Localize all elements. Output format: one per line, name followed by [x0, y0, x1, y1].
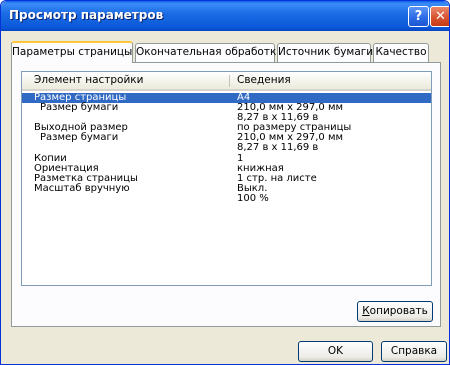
tab-label: Параметры страницы	[12, 46, 133, 58]
ok-button[interactable]: OK	[298, 341, 373, 362]
window-title: Просмотр параметров	[9, 8, 164, 22]
help-button[interactable]: Справка	[381, 341, 447, 362]
column-divider[interactable]	[229, 75, 230, 87]
settings-list[interactable]: Элемент настройки Сведения Размер страни…	[21, 71, 432, 286]
tab-quality[interactable]: Качество	[373, 43, 429, 62]
column-header-value[interactable]: Сведения	[237, 74, 291, 86]
tab-label: Источник бумаги	[278, 46, 374, 58]
column-header-item[interactable]: Элемент настройки	[34, 74, 143, 86]
setting-value: 100 %	[237, 193, 269, 204]
tab-label: Окончательная обработка	[136, 46, 283, 58]
list-header: Элемент настройки Сведения	[22, 72, 431, 91]
help-icon[interactable]: ?	[408, 6, 429, 27]
tab-strip: Параметры страницы Окончательная обработ…	[11, 41, 441, 63]
tab-paper-source[interactable]: Источник бумаги	[277, 43, 374, 62]
dialog-window: Просмотр параметров ? ✕ Параметры страни…	[0, 0, 450, 365]
setting-name: Размер бумаги	[40, 132, 119, 143]
tab-page-setup[interactable]: Параметры страницы	[11, 41, 133, 63]
close-icon[interactable]: ✕	[430, 6, 449, 27]
tab-label: Качество	[375, 46, 427, 58]
list-row[interactable]: 8,27 в x 11,69 в	[22, 143, 431, 153]
setting-name: Масштаб вручную	[34, 183, 130, 194]
ok-button-label: OK	[327, 345, 344, 357]
list-row[interactable]: 100 %	[22, 194, 431, 204]
setting-value: 8,27 в x 11,69 в	[237, 142, 319, 153]
copy-button-mnemonic: К	[362, 305, 370, 317]
list-row[interactable]: Размер бумаги 210,0 мм x 297,0 мм	[22, 103, 431, 113]
help-button-label: Справка	[390, 345, 438, 357]
setting-name: Размер бумаги	[40, 102, 119, 113]
tab-finishing[interactable]: Окончательная обработка	[135, 43, 283, 62]
list-row[interactable]: Масштаб вручную Выкл.	[22, 184, 431, 194]
copy-button[interactable]: Копировать	[357, 301, 433, 322]
list-row[interactable]: Размер бумаги 210,0 мм x 297,0 мм	[22, 133, 431, 143]
copy-button-label: опировать	[369, 305, 428, 317]
title-bar[interactable]: Просмотр параметров ? ✕	[1, 1, 449, 31]
